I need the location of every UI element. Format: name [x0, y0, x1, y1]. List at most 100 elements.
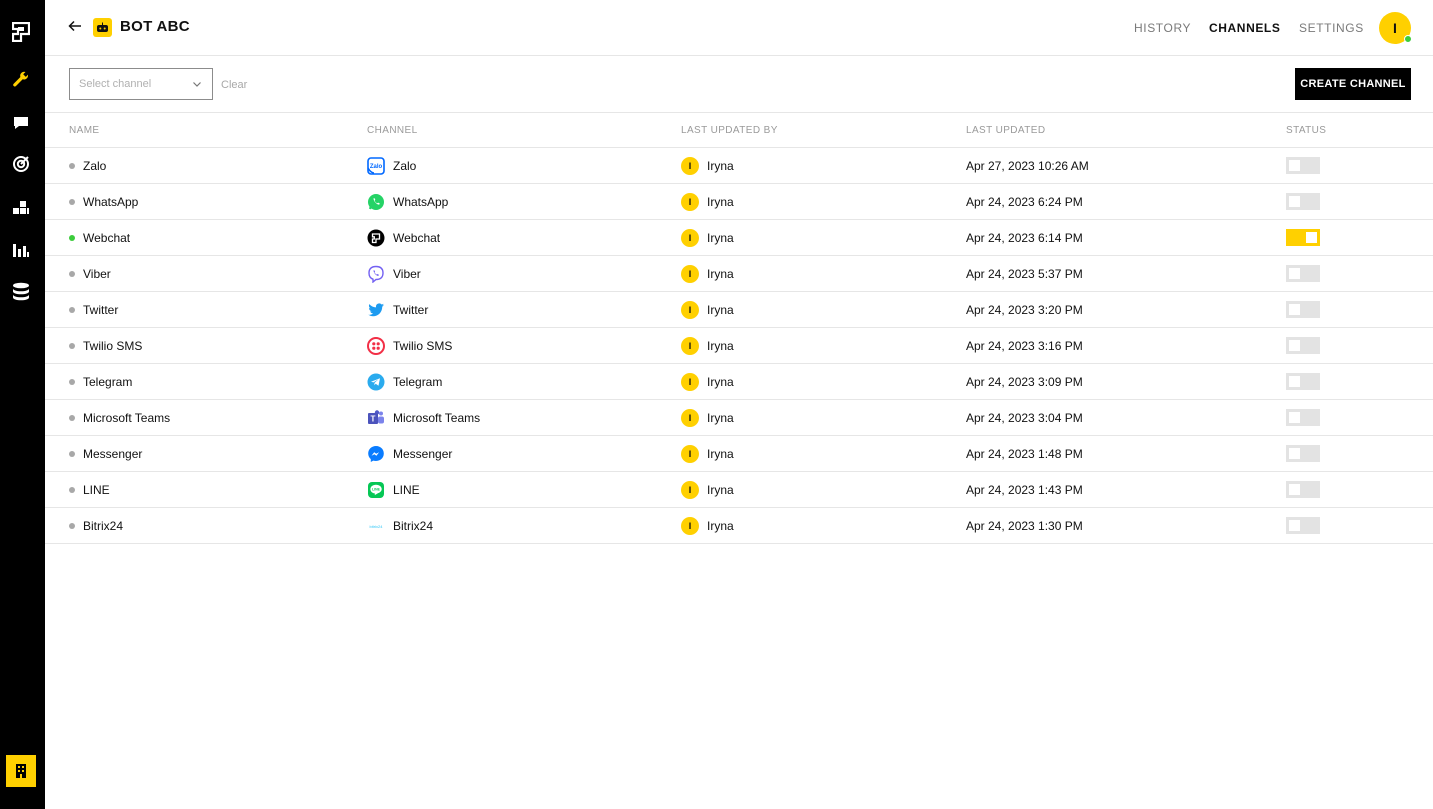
- status-toggle[interactable]: [1286, 301, 1320, 318]
- user-avatar[interactable]: I: [1379, 12, 1412, 44]
- updated-at-cell: Apr 24, 2023 3:04 PM: [966, 400, 1083, 435]
- svg-text:T: T: [371, 414, 376, 423]
- building-icon[interactable]: [6, 755, 36, 787]
- channel-cell: Zalo Zalo: [367, 148, 416, 183]
- table-row[interactable]: Viber Viber I Iryna Apr 24, 2023 5:37 PM: [45, 256, 1433, 292]
- table-row[interactable]: Twitter Twitter I Iryna Apr 24, 2023 3:2…: [45, 292, 1433, 328]
- channel-name[interactable]: Bitrix24: [83, 519, 123, 533]
- table-row[interactable]: LINE LINE LINE I Iryna Apr 24, 2023 1:43…: [45, 472, 1433, 508]
- table-row[interactable]: Microsoft Teams T Microsoft Teams I Iryn…: [45, 400, 1433, 436]
- bitrix24-icon: bitrix24: [367, 517, 385, 535]
- logo-icon[interactable]: [10, 21, 32, 43]
- status-toggle[interactable]: [1286, 481, 1320, 498]
- clear-filter-link[interactable]: Clear: [221, 79, 247, 91]
- table-row[interactable]: Bitrix24 bitrix24 Bitrix24 I Iryna Apr 2…: [45, 508, 1433, 544]
- table-body: Zalo Zalo Zalo I Iryna Apr 27, 2023 10:2…: [45, 148, 1433, 544]
- table-row[interactable]: Messenger Messenger I Iryna Apr 24, 2023…: [45, 436, 1433, 472]
- status-toggle[interactable]: [1286, 409, 1320, 426]
- table-row[interactable]: Webchat Webchat I Iryna Apr 24, 2023 6:1…: [45, 220, 1433, 256]
- updated-by-cell: I Iryna: [681, 364, 734, 399]
- channel-name[interactable]: WhatsApp: [83, 195, 138, 209]
- channel-select[interactable]: Select channel: [69, 68, 213, 100]
- chevron-down-icon: [192, 79, 202, 91]
- tab-channels[interactable]: CHANNELS: [1209, 21, 1280, 35]
- status-toggle[interactable]: [1286, 517, 1320, 534]
- column-header-name: NAME: [69, 125, 100, 136]
- updated-at: Apr 24, 2023 3:09 PM: [966, 374, 1083, 389]
- toggle-knob: [1289, 268, 1300, 279]
- twitter-icon: [367, 301, 385, 319]
- status-cell: [1286, 184, 1320, 219]
- status-toggle[interactable]: [1286, 337, 1320, 354]
- channel-type: Webchat: [393, 230, 441, 245]
- column-header-channel: CHANNEL: [367, 125, 418, 136]
- table-row[interactable]: Zalo Zalo Zalo I Iryna Apr 27, 2023 10:2…: [45, 148, 1433, 184]
- status-dot: [69, 234, 75, 241]
- user-avatar-small: I: [681, 444, 699, 463]
- updated-by-name: Iryna: [707, 410, 734, 425]
- name-cell: Twitter: [69, 292, 118, 327]
- updated-at-cell: Apr 24, 2023 3:09 PM: [966, 364, 1083, 399]
- toggle-knob: [1289, 160, 1300, 171]
- updated-by-cell: I Iryna: [681, 328, 734, 363]
- channel-name[interactable]: Zalo: [83, 159, 106, 173]
- updated-at-cell: Apr 24, 2023 3:20 PM: [966, 292, 1083, 327]
- status-dot: [69, 198, 75, 205]
- updated-at: Apr 24, 2023 5:37 PM: [966, 266, 1083, 281]
- channel-name[interactable]: Twitter: [83, 303, 118, 317]
- updated-at-cell: Apr 24, 2023 1:43 PM: [966, 472, 1083, 507]
- wrench-icon[interactable]: [10, 69, 32, 91]
- status-dot: [69, 162, 75, 169]
- updated-at-cell: Apr 24, 2023 1:48 PM: [966, 436, 1083, 471]
- channel-name[interactable]: LINE: [83, 483, 110, 497]
- table-row[interactable]: Telegram Telegram I Iryna Apr 24, 2023 3…: [45, 364, 1433, 400]
- channel-name[interactable]: Twilio SMS: [83, 339, 142, 353]
- status-toggle[interactable]: [1286, 265, 1320, 282]
- tab-history[interactable]: HISTORY: [1134, 21, 1191, 35]
- status-cell: [1286, 436, 1320, 471]
- name-cell: Messenger: [69, 436, 142, 471]
- blocks-icon[interactable]: [10, 197, 32, 219]
- create-channel-button[interactable]: CREATE CHANNEL: [1295, 68, 1411, 100]
- tab-settings[interactable]: SETTINGS: [1299, 21, 1364, 35]
- svg-text:Zalo: Zalo: [370, 164, 383, 170]
- user-avatar-small: I: [681, 408, 699, 427]
- bot-avatar-icon: [93, 18, 112, 37]
- database-icon[interactable]: [10, 281, 32, 303]
- status-cell: [1286, 220, 1320, 255]
- status-toggle[interactable]: [1286, 193, 1320, 210]
- name-cell: Viber: [69, 256, 111, 291]
- table-row[interactable]: WhatsApp WhatsApp I Iryna Apr 24, 2023 6…: [45, 184, 1433, 220]
- webchat-icon: [367, 229, 385, 247]
- target-icon[interactable]: [10, 153, 32, 175]
- back-arrow-icon[interactable]: [67, 18, 85, 36]
- updated-by-name: Iryna: [707, 374, 734, 389]
- status-dot: [69, 270, 75, 277]
- channel-name[interactable]: Messenger: [83, 447, 142, 461]
- updated-at: Apr 24, 2023 1:43 PM: [966, 482, 1083, 497]
- status-toggle[interactable]: [1286, 445, 1320, 462]
- user-avatar-small: I: [681, 516, 699, 535]
- toggle-knob: [1289, 340, 1300, 351]
- status-toggle[interactable]: [1286, 229, 1320, 246]
- status-dot: [69, 450, 75, 457]
- status-dot: [69, 522, 75, 529]
- status-toggle[interactable]: [1286, 157, 1320, 174]
- updated-at: Apr 24, 2023 1:30 PM: [966, 518, 1083, 533]
- analytics-icon[interactable]: [10, 239, 32, 261]
- channel-name[interactable]: Microsoft Teams: [83, 411, 170, 425]
- table-row[interactable]: Twilio SMS Twilio SMS I Iryna Apr 24, 20…: [45, 328, 1433, 364]
- column-header-last-updated: LAST UPDATED: [966, 125, 1046, 136]
- svg-text:LINE: LINE: [372, 487, 380, 491]
- status-toggle[interactable]: [1286, 373, 1320, 390]
- telegram-icon: [367, 373, 385, 391]
- channel-cell: LINE LINE: [367, 472, 420, 507]
- sidebar: [0, 0, 45, 809]
- channel-name[interactable]: Viber: [83, 267, 111, 281]
- channel-name[interactable]: Webchat: [83, 231, 130, 245]
- channel-name[interactable]: Telegram: [83, 375, 132, 389]
- updated-at-cell: Apr 24, 2023 1:30 PM: [966, 508, 1083, 543]
- updated-by-cell: I Iryna: [681, 292, 734, 327]
- chat-icon[interactable]: [10, 112, 32, 134]
- status-cell: [1286, 508, 1320, 543]
